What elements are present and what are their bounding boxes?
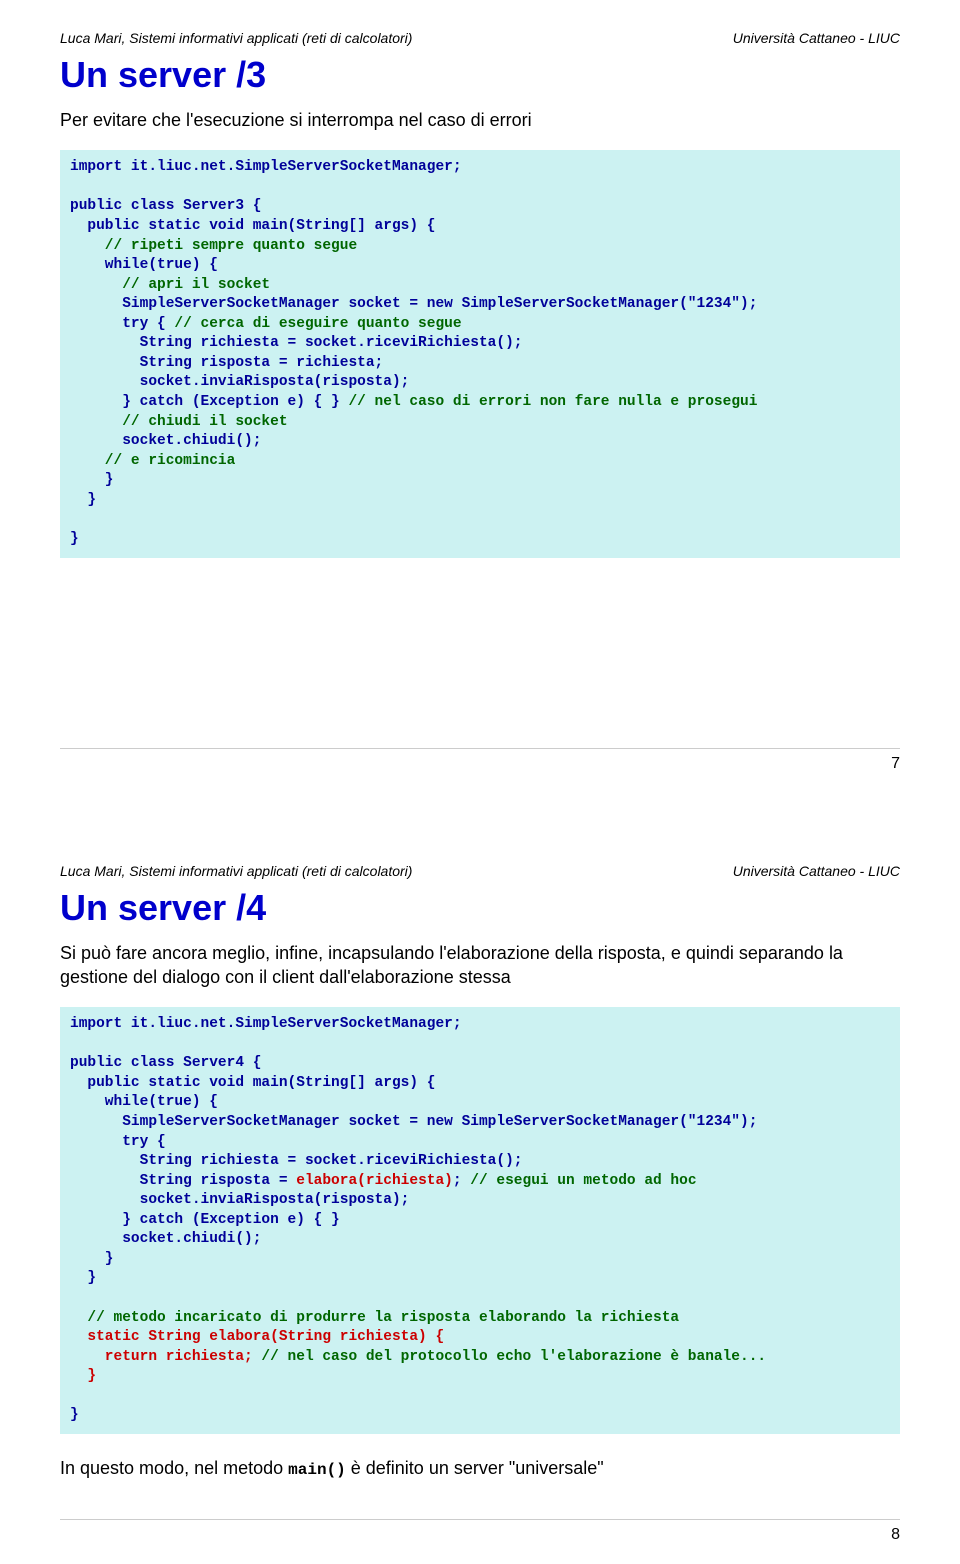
code-line: String richiesta = socket.riceviRichiest… <box>70 1153 522 1169</box>
code-comment: // metodo incaricato di produrre la risp… <box>70 1310 679 1326</box>
code-line: try { <box>70 1134 166 1150</box>
code-line: try { <box>70 316 166 332</box>
note-code: main() <box>288 1461 346 1479</box>
slide-footer: 8 <box>60 1519 900 1544</box>
code-line: public static void main(String[] args) { <box>70 1075 435 1091</box>
code-comment: // apri il socket <box>70 277 270 293</box>
note-text-after: è definito un server "universale" <box>346 1458 604 1478</box>
code-comment: // nel caso di errori non fare nulla e p… <box>340 394 758 410</box>
code-comment: // nel caso del protocollo echo l'elabor… <box>253 1349 766 1365</box>
code-line: String richiesta = socket.riceviRichiest… <box>70 335 522 351</box>
code-line: } <box>70 1270 96 1286</box>
slide-subtitle: Per evitare che l'esecuzione si interrom… <box>60 108 900 132</box>
code-line: String risposta = <box>70 1173 296 1189</box>
code-comment: // ripeti sempre quanto segue <box>70 238 357 254</box>
code-line: public class Server4 { <box>70 1055 261 1071</box>
code-highlight: } <box>70 1368 96 1384</box>
code-highlight: elabora(richiesta) <box>296 1173 453 1189</box>
code-line: } catch (Exception e) { } <box>70 394 340 410</box>
code-line: } <box>70 531 79 547</box>
code-line: public static void main(String[] args) { <box>70 218 435 234</box>
slide-title: Un server /3 <box>60 54 900 96</box>
code-line: ; <box>453 1173 462 1189</box>
page-number: 7 <box>891 755 900 772</box>
code-line: import it.liuc.net.SimpleServerSocketMan… <box>70 1016 462 1032</box>
note-text-before: In questo modo, nel metodo <box>60 1458 288 1478</box>
code-line: socket.chiudi(); <box>70 1231 261 1247</box>
code-line: while(true) { <box>70 257 218 273</box>
code-comment: // e ricomincia <box>70 453 235 469</box>
header-left: Luca Mari, Sistemi informativi applicati… <box>60 863 412 879</box>
slide-8: Luca Mari, Sistemi informativi applicati… <box>0 833 960 1564</box>
code-line: SimpleServerSocketManager socket = new S… <box>70 1114 757 1130</box>
code-line: } <box>70 1407 79 1423</box>
header-right: Università Cattaneo - LIUC <box>733 863 900 879</box>
code-highlight: return richiesta; <box>70 1349 253 1365</box>
code-line: socket.inviaRisposta(risposta); <box>70 1192 409 1208</box>
code-line: while(true) { <box>70 1094 218 1110</box>
slide-note: In questo modo, nel metodo main() è defi… <box>60 1458 900 1479</box>
code-line: } catch (Exception e) { } <box>70 1212 340 1228</box>
slide-7: Luca Mari, Sistemi informativi applicati… <box>0 0 960 793</box>
header-right: Università Cattaneo - LIUC <box>733 30 900 46</box>
slide-subtitle: Si può fare ancora meglio, infine, incap… <box>60 941 900 990</box>
code-line: import it.liuc.net.SimpleServerSocketMan… <box>70 159 462 175</box>
code-line: } <box>70 472 114 488</box>
slide-title: Un server /4 <box>60 887 900 929</box>
slide-header: Luca Mari, Sistemi informativi applicati… <box>60 863 900 879</box>
code-line: public class Server3 { <box>70 198 261 214</box>
code-block: import it.liuc.net.SimpleServerSocketMan… <box>60 150 900 557</box>
code-line: String risposta = richiesta; <box>70 355 383 371</box>
code-line: } <box>70 1251 114 1267</box>
page-number: 8 <box>891 1526 900 1543</box>
slide-header: Luca Mari, Sistemi informativi applicati… <box>60 30 900 46</box>
header-left: Luca Mari, Sistemi informativi applicati… <box>60 30 412 46</box>
slide-footer: 7 <box>60 748 900 773</box>
code-highlight: static String elabora(String richiesta) … <box>70 1329 444 1345</box>
code-comment: // esegui un metodo ad hoc <box>462 1173 697 1189</box>
code-line: socket.chiudi(); <box>70 433 261 449</box>
code-block: import it.liuc.net.SimpleServerSocketMan… <box>60 1007 900 1434</box>
code-comment: // cerca di eseguire quanto segue <box>166 316 462 332</box>
code-line: SimpleServerSocketManager socket = new S… <box>70 296 757 312</box>
code-line: } <box>70 492 96 508</box>
code-comment: // chiudi il socket <box>70 414 288 430</box>
code-line: socket.inviaRisposta(risposta); <box>70 374 409 390</box>
